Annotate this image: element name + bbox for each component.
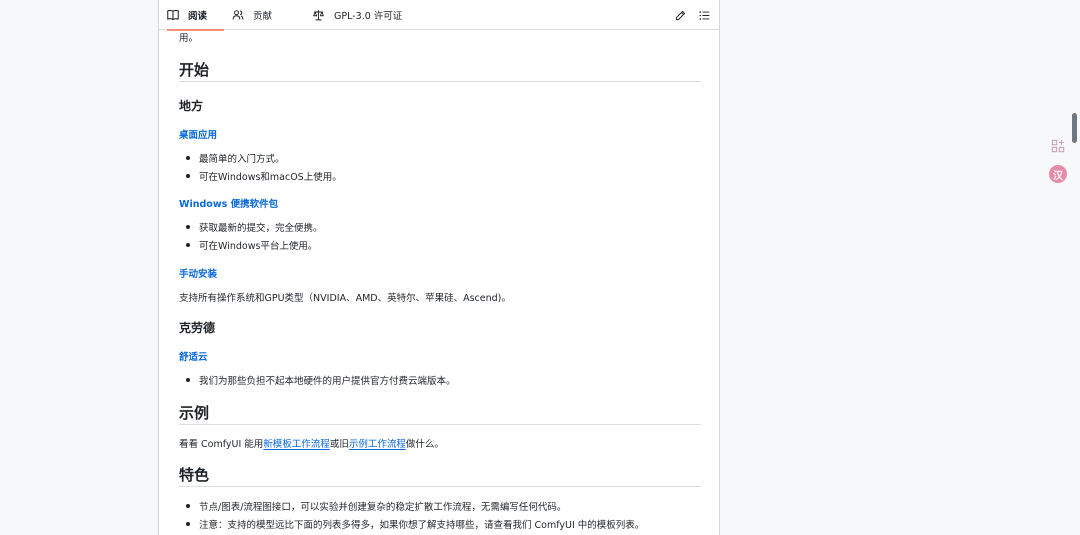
heading-windows-portable[interactable]: Windows 便携软件包 [179, 196, 278, 210]
list-item: 我们为那些负担不起本地硬件的用户提供官方付费云端版本。 [179, 373, 456, 387]
tab-contributing[interactable]: 贡献 [232, 0, 272, 30]
list-item: 最简单的入门方式。 [179, 151, 285, 165]
heading-getting-started: 开始 [179, 61, 210, 79]
scrollbar-thumb[interactable] [1072, 113, 1077, 143]
translate-icon: 汉 [1053, 170, 1063, 182]
manual-install-text: 支持所有操作系统和GPU类型（NVIDIA、AMD、英特尔、苹果硅、Ascend… [179, 293, 511, 304]
heading-divider [179, 81, 701, 82]
examples-text-mid: 或旧 [329, 439, 349, 450]
heading-features: 特色 [179, 466, 210, 484]
cut-off-text: 用。 [179, 33, 199, 44]
heading-local: 地方 [179, 99, 204, 113]
list-item: 注意：支持的模型远比下面的列表多得多，如果你想了解支持哪些，请查看我们 Comf… [179, 517, 644, 531]
tab-contributing-label: 贡献 [253, 11, 273, 22]
tab-readme[interactable]: 阅读 [167, 0, 224, 31]
tab-readme-label: 阅读 [188, 11, 208, 22]
heading-cloud: 克劳德 [179, 321, 216, 335]
list-icon [698, 6, 710, 25]
people-icon [232, 9, 244, 21]
book-icon [167, 9, 179, 21]
pencil-icon [675, 6, 686, 25]
tab-license[interactable]: GPL-3.0 许可证 [312, 0, 402, 30]
translate-button[interactable]: 汉 [1049, 165, 1067, 183]
heading-divider [179, 486, 701, 487]
ai-assistant-button[interactable] [1051, 138, 1065, 153]
heading-manual-install[interactable]: 手动安装 [179, 266, 217, 280]
readme-panel: 阅读 贡献 GPL-3.0 许可证 用。 开始 地方 桌面应用 最简单的入门方式… [158, 0, 720, 535]
readme-tab-bar: 阅读 贡献 GPL-3.0 许可证 [159, 0, 719, 31]
list-item: 可在Windows平台上使用。 [179, 238, 317, 252]
outline-button[interactable] [697, 8, 711, 22]
heading-desktop-app[interactable]: 桌面应用 [179, 127, 217, 141]
heading-comfy-cloud[interactable]: 舒适云 [179, 349, 208, 363]
new-template-workflows-link[interactable]: 新模板工作流程 [263, 439, 330, 450]
examples-text-post: 做什么。 [405, 439, 444, 450]
examples-paragraph: 看看 ComfyUI 能用新模板工作流程或旧示例工作流程做什么。 [179, 436, 444, 450]
heading-examples: 示例 [179, 404, 210, 422]
tab-license-label: GPL-3.0 许可证 [334, 11, 403, 22]
list-item: 可在Windows和macOS上使用。 [179, 169, 342, 183]
examples-text-pre: 看看 ComfyUI 能用 [179, 439, 264, 450]
list-item: 节点/图表/流程图接口，可以实验并创建复杂的稳定扩散工作流程，无需编写任何代码。 [179, 499, 566, 513]
edit-button[interactable] [673, 8, 687, 22]
list-item: 获取最新的提交，完全便携。 [179, 220, 323, 234]
law-icon [312, 9, 325, 21]
sparkle-icon [1051, 138, 1065, 157]
example-workflows-link[interactable]: 示例工作流程 [349, 439, 406, 450]
heading-divider [179, 424, 701, 425]
